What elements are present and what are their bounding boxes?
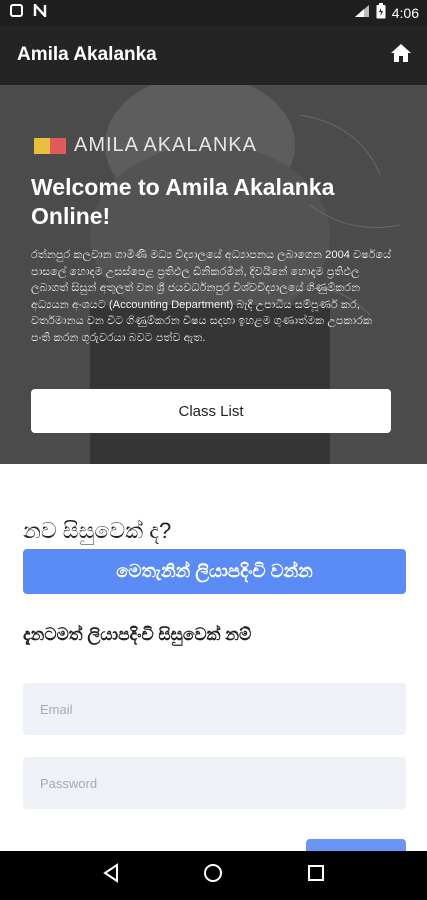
square-icon	[10, 3, 23, 22]
brand-logo: AMILA AKALANKA	[34, 134, 257, 157]
brand-text: AMILA AKALANKA	[74, 134, 257, 156]
home-icon	[390, 43, 412, 68]
battery-icon	[376, 3, 386, 22]
signal-icon	[354, 4, 370, 21]
back-icon	[102, 863, 120, 888]
app-title: Amila Akalanka	[17, 44, 157, 65]
recents-icon	[307, 864, 325, 887]
app-bar: Amila Akalanka	[0, 25, 427, 85]
status-time: 4:06	[391, 4, 419, 21]
home-nav-button[interactable]	[201, 864, 225, 888]
hero-description: රත්නපුර කලවාන ගාමිණි මධ්‍ය විද්‍යාලයේ අධ…	[31, 249, 392, 344]
brand-flag-icon	[34, 137, 66, 154]
status-bar: 4:06	[0, 0, 427, 25]
n-icon	[33, 1, 47, 22]
class-list-button[interactable]: Class List	[31, 389, 391, 433]
home-button[interactable]	[389, 43, 413, 67]
recents-button[interactable]	[304, 864, 328, 888]
login-button[interactable]	[306, 839, 406, 851]
register-button[interactable]: මෙතැනින් ලියාපදිංචි වන්න	[23, 549, 406, 594]
system-nav-bar	[0, 851, 427, 900]
back-button[interactable]	[99, 863, 123, 888]
registered-student-heading: දැනටමත් ලියාපදිංචි සිසුවෙක් නම්	[23, 625, 252, 644]
hero-title: Welcome to Amila Akalanka Online!	[31, 174, 335, 229]
email-field[interactable]	[23, 683, 406, 735]
home-circle-icon	[203, 863, 223, 888]
new-student-heading: නව සිසුවෙක් ද?	[23, 518, 172, 543]
hero-banner: AMILA AKALANKA Welcome to Amila Akalanka…	[0, 85, 427, 464]
password-field[interactable]	[23, 757, 406, 809]
